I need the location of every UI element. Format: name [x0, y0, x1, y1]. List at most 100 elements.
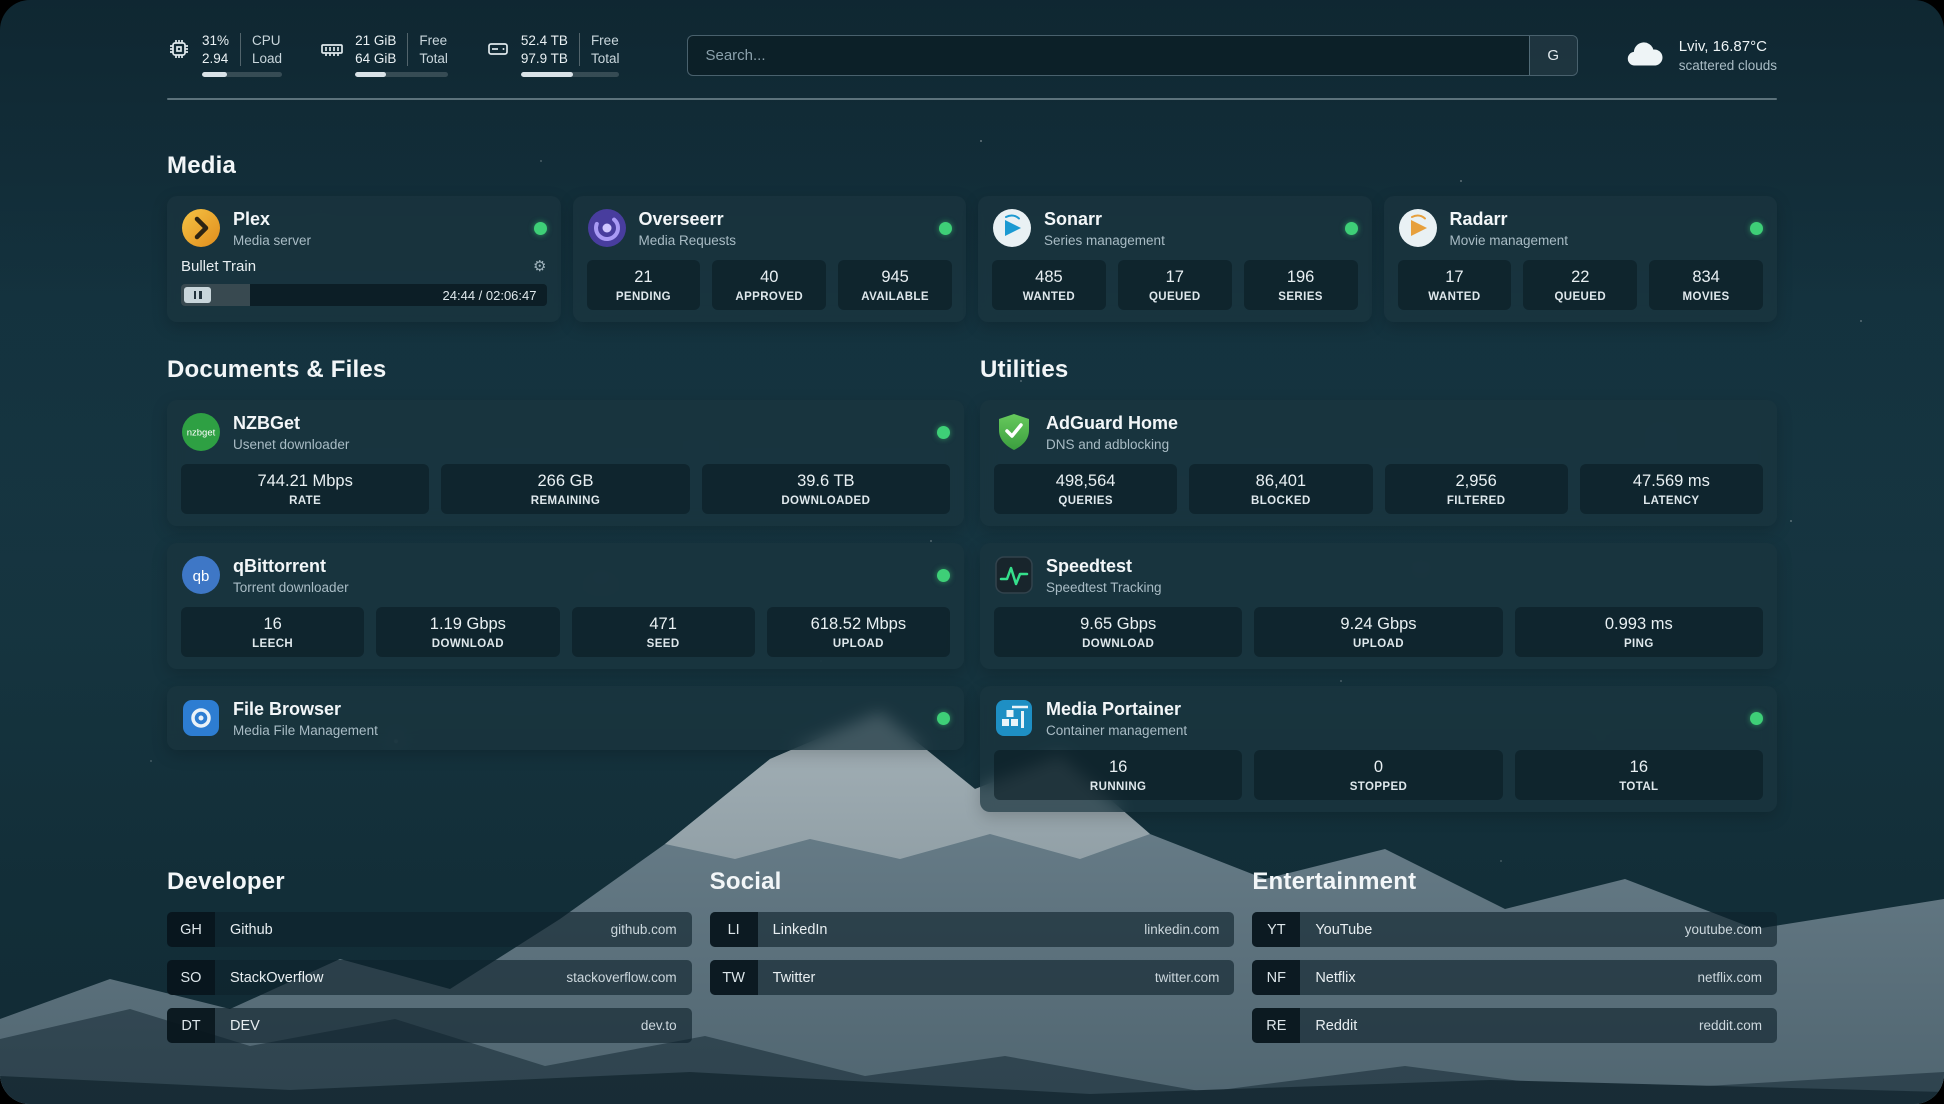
app-card-nzbget[interactable]: nzbget NZBGet Usenet downloader 744.21 M…: [167, 400, 964, 526]
stat-movies: 834 MOVIES: [1649, 260, 1763, 310]
app-desc: Media server: [233, 233, 311, 248]
stat-stopped: 0 STOPPED: [1254, 750, 1502, 800]
stat-label: UPLOAD: [1258, 638, 1498, 650]
app-desc: Series management: [1044, 233, 1165, 248]
stat-running: 16 RUNNING: [994, 750, 1242, 800]
bookmark-abbr: GH: [167, 912, 215, 947]
app-name: Plex: [233, 209, 311, 230]
disk-sub-value: 97.9 TB: [521, 51, 568, 66]
speedtest-icon: [994, 555, 1034, 595]
stat-queries: 498,564 QUERIES: [994, 464, 1177, 514]
stat-value: 16: [1519, 758, 1759, 777]
stat-label: AVAILABLE: [842, 291, 948, 303]
search-bar[interactable]: G: [687, 35, 1577, 76]
pause-button[interactable]: [184, 287, 211, 303]
stat-leech: 16 LEECH: [181, 607, 364, 657]
weather-location: Lviv, 16.87°C: [1679, 38, 1777, 55]
bookmark-url: netflix.com: [1697, 960, 1777, 995]
documents-column: Documents & Files nzbget NZBGet Usenet d…: [167, 356, 964, 812]
disk-metric-body: 52.4 TB 97.9 TB Free Total: [521, 33, 620, 77]
playback-progress-bar[interactable]: 24:44 / 02:06:47: [181, 284, 547, 306]
stat-label: REMAINING: [445, 495, 685, 507]
stat-label: SEED: [576, 638, 751, 650]
bookmark-name: YouTube: [1300, 912, 1684, 947]
stat-label: WANTED: [996, 291, 1102, 303]
app-card-speedtest[interactable]: Speedtest Speedtest Tracking 9.65 Gbps D…: [980, 543, 1777, 669]
svg-text:nzbget: nzbget: [187, 428, 216, 439]
gear-icon[interactable]: ⚙: [533, 259, 546, 274]
radarr-icon: [1398, 208, 1438, 248]
search-input[interactable]: [688, 36, 1528, 75]
bookmark-url: stackoverflow.com: [566, 960, 691, 995]
stat-value: 17: [1402, 268, 1508, 287]
app-name: AdGuard Home: [1046, 413, 1178, 434]
filebrowser-icon: [181, 698, 221, 738]
app-desc: Container management: [1046, 723, 1187, 738]
stat-label: DOWNLOAD: [380, 638, 555, 650]
app-name: Speedtest: [1046, 556, 1162, 577]
bookmark-abbr: LI: [710, 912, 758, 947]
stat-available: 945 AVAILABLE: [838, 260, 952, 310]
ram-value: 21 GiB: [355, 33, 396, 48]
bookmark-row-dev[interactable]: DT DEV dev.to: [167, 1008, 692, 1043]
app-desc: Usenet downloader: [233, 437, 349, 452]
app-desc: Media File Management: [233, 723, 378, 738]
bookmark-row-netflix[interactable]: NF Netflix netflix.com: [1252, 960, 1777, 995]
app-card-portainer[interactable]: Media Portainer Container management 16 …: [980, 686, 1777, 812]
status-dot: [1750, 712, 1763, 725]
bookmark-url: twitter.com: [1155, 960, 1235, 995]
app-card-overseerr[interactable]: Overseerr Media Requests 21 PENDING 40 A…: [573, 196, 967, 322]
status-dot: [1750, 222, 1763, 235]
app-name: NZBGet: [233, 413, 349, 434]
stat-rate: 744.21 Mbps RATE: [181, 464, 429, 514]
weather-condition: scattered clouds: [1679, 58, 1777, 73]
ram-label-2: Total: [419, 51, 448, 66]
ram-sub-value: 64 GiB: [355, 51, 396, 66]
stat-downloaded: 39.6 TB DOWNLOADED: [702, 464, 950, 514]
stat-download: 1.19 Gbps DOWNLOAD: [376, 607, 559, 657]
section-title-media: Media: [167, 152, 1777, 180]
stat-label: QUERIES: [998, 495, 1173, 507]
stat-value: 834: [1653, 268, 1759, 287]
bookmark-row-linkedin[interactable]: LI LinkedIn linkedin.com: [710, 912, 1235, 947]
app-card-adguard[interactable]: AdGuard Home DNS and adblocking 498,564 …: [980, 400, 1777, 526]
stat-label: LATENCY: [1584, 495, 1759, 507]
bookmark-row-twitter[interactable]: TW Twitter twitter.com: [710, 960, 1235, 995]
app-card-radarr[interactable]: Radarr Movie management 17 WANTED 22 QUE…: [1384, 196, 1778, 322]
stat-label: DOWNLOAD: [998, 638, 1238, 650]
stat-value: 16: [998, 758, 1238, 777]
stat-label: TOTAL: [1519, 781, 1759, 793]
dashboard-content: 31% 2.94 CPU Load: [0, 0, 1944, 1104]
dashboard-screen: 31% 2.94 CPU Load: [0, 0, 1944, 1104]
cpu-metric: 31% 2.94 CPU Load: [167, 33, 282, 77]
bookmark-abbr: RE: [1252, 1008, 1300, 1043]
bookmark-row-github[interactable]: GH Github github.com: [167, 912, 692, 947]
disk-usage-fill: [521, 72, 573, 77]
stat-value: 40: [716, 268, 822, 287]
bookmark-row-stackoverflow[interactable]: SO StackOverflow stackoverflow.com: [167, 960, 692, 995]
stat-upload: 618.52 Mbps UPLOAD: [767, 607, 950, 657]
stat-value: 485: [996, 268, 1102, 287]
app-card-plex[interactable]: Plex Media server Bullet Train ⚙ 24:44 /…: [167, 196, 561, 322]
bookmark-row-youtube[interactable]: YT YouTube youtube.com: [1252, 912, 1777, 947]
developer-bookmarks: Developer GH Github github.com SO StackO…: [167, 868, 692, 1056]
app-card-filebrowser[interactable]: File Browser Media File Management: [167, 686, 964, 750]
stat-label: QUEUED: [1122, 291, 1228, 303]
status-dot: [937, 569, 950, 582]
app-desc: DNS and adblocking: [1046, 437, 1178, 452]
status-dot: [937, 426, 950, 439]
app-desc: Movie management: [1450, 233, 1569, 248]
stat-label: APPROVED: [716, 291, 822, 303]
stat-blocked: 86,401 BLOCKED: [1189, 464, 1372, 514]
app-card-qbittorrent[interactable]: qb qBittorrent Torrent downloader 16: [167, 543, 964, 669]
stat-queued: 17 QUEUED: [1118, 260, 1232, 310]
app-card-sonarr[interactable]: Sonarr Series management 485 WANTED 17 Q…: [978, 196, 1372, 322]
search-engine-button[interactable]: G: [1529, 36, 1577, 75]
nzbget-icon: nzbget: [181, 412, 221, 452]
bookmark-row-reddit[interactable]: RE Reddit reddit.com: [1252, 1008, 1777, 1043]
app-desc: Speedtest Tracking: [1046, 580, 1162, 595]
topbar-divider: [167, 98, 1777, 100]
cpu-sub-value: 2.94: [202, 51, 229, 66]
stat-value: 266 GB: [445, 472, 685, 491]
stat-queued: 22 QUEUED: [1523, 260, 1637, 310]
